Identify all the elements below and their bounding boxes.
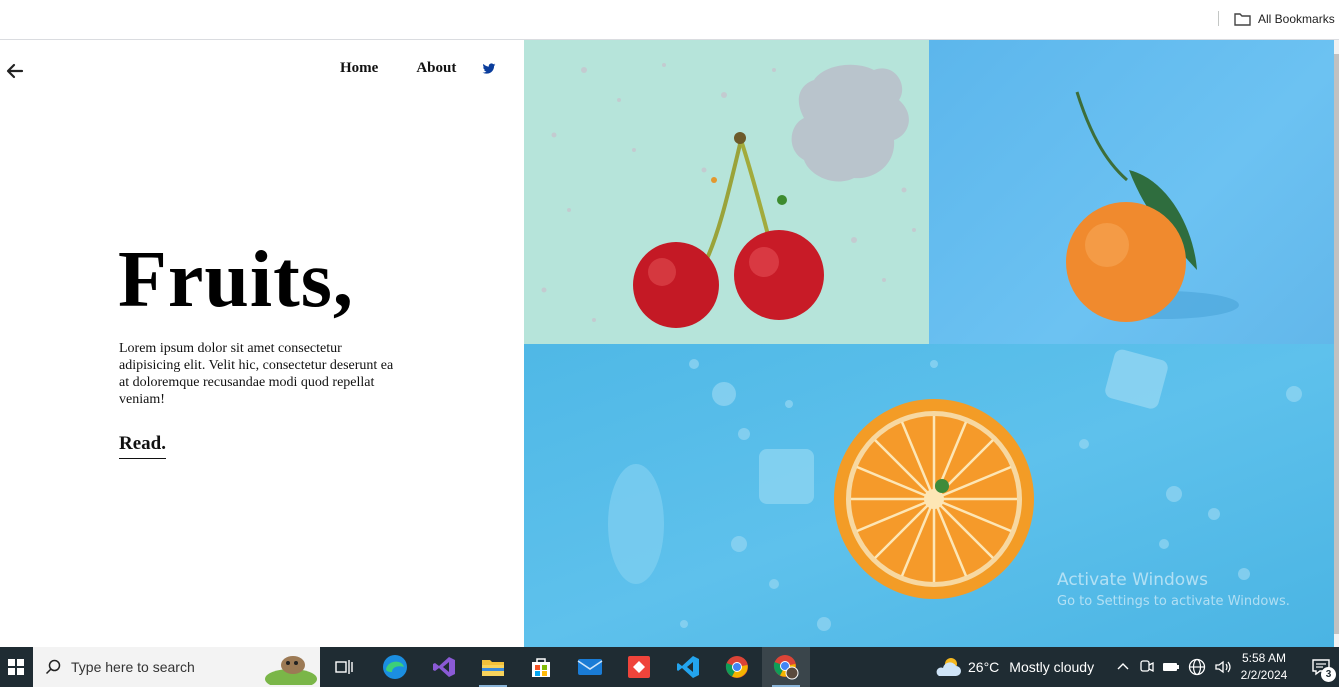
battery-icon[interactable] <box>1162 659 1180 675</box>
folder-icon <box>1234 13 1251 26</box>
notification-count-badge: 3 <box>1321 667 1336 682</box>
chevron-up-icon[interactable] <box>1116 660 1130 674</box>
taskbar-chrome-profile[interactable] <box>762 647 810 687</box>
meet-now-icon[interactable] <box>1138 659 1154 675</box>
clock-date: 2/2/2024 <box>1240 668 1288 682</box>
twitter-icon[interactable] <box>482 62 496 76</box>
volume-icon[interactable] <box>1214 659 1232 675</box>
page-viewport: Home About Fruits, Lorem ipsum dolor sit… <box>0 40 1339 647</box>
hero-description: Lorem ipsum dolor sit amet consectetur a… <box>119 341 394 407</box>
tangerine-image <box>929 40 1334 344</box>
bookmarks-bar: All Bookmarks <box>0 0 1339 40</box>
main-nav: Home About <box>340 60 496 77</box>
clock-time: 5:58 AM <box>1241 651 1287 665</box>
edge-icon <box>383 655 407 679</box>
orange-slice-illustration <box>608 349 1302 631</box>
bookmarks-separator <box>1218 11 1219 26</box>
taskbar-visual-studio[interactable] <box>420 647 468 687</box>
taskbar-microsoft-store[interactable] <box>517 647 565 687</box>
hero-title: Fruits, <box>118 236 354 324</box>
network-globe-icon[interactable] <box>1188 658 1206 676</box>
task-view-button[interactable] <box>320 647 368 687</box>
store-icon <box>532 658 550 677</box>
all-bookmarks-button[interactable]: All Bookmarks <box>1234 9 1335 29</box>
mail-icon <box>577 659 603 675</box>
back-arrow-icon[interactable] <box>6 62 24 80</box>
weather-condition: Mostly cloudy <box>1009 659 1095 675</box>
notifications-button[interactable]: 3 <box>1302 647 1339 687</box>
weather-widget[interactable]: 26°C Mostly cloudy <box>934 647 1094 687</box>
cloudy-weather-icon <box>936 658 961 676</box>
search-icon <box>45 659 61 675</box>
nav-home-link[interactable]: Home <box>340 60 378 77</box>
anydesk-icon <box>628 656 650 678</box>
weather-temperature: 26°C <box>968 659 1000 675</box>
vertical-scrollbar[interactable] <box>1334 40 1339 647</box>
taskbar-clock[interactable]: 5:58 AM 2/2/2024 <box>1232 650 1296 684</box>
taskbar-anydesk[interactable] <box>615 647 663 687</box>
windows-taskbar: Type here to search 26°C Mostly cloudy 5… <box>0 647 1339 687</box>
scrollbar-thumb[interactable] <box>1334 54 1339 634</box>
cherries-image <box>524 40 929 344</box>
chrome-profile-icon <box>773 655 799 680</box>
taskbar-edge[interactable] <box>371 647 419 687</box>
orange-slice-image <box>524 344 1334 647</box>
search-placeholder: Type here to search <box>71 659 195 675</box>
taskbar-search-box[interactable]: Type here to search <box>33 647 320 687</box>
visual-studio-icon <box>433 657 455 677</box>
vscode-icon <box>677 656 699 678</box>
search-highlight-illustration-icon <box>265 656 317 685</box>
taskbar-file-explorer[interactable] <box>469 647 517 687</box>
nav-about-link[interactable]: About <box>416 60 456 77</box>
start-button[interactable] <box>0 647 32 687</box>
tangerine-illustration <box>1066 91 1239 322</box>
all-bookmarks-label: All Bookmarks <box>1258 12 1335 26</box>
system-tray <box>1116 647 1232 687</box>
folder-explorer-icon <box>482 660 504 676</box>
windows-logo-icon <box>8 659 24 675</box>
task-view-icon <box>335 660 353 674</box>
chrome-icon <box>725 656 748 678</box>
taskbar-chrome[interactable] <box>713 647 761 687</box>
taskbar-vscode[interactable] <box>664 647 712 687</box>
read-more-link[interactable]: Read. <box>119 433 166 459</box>
cherries-illustration <box>541 63 916 328</box>
hero-panel: Home About Fruits, Lorem ipsum dolor sit… <box>0 40 524 647</box>
taskbar-mail[interactable] <box>566 647 614 687</box>
